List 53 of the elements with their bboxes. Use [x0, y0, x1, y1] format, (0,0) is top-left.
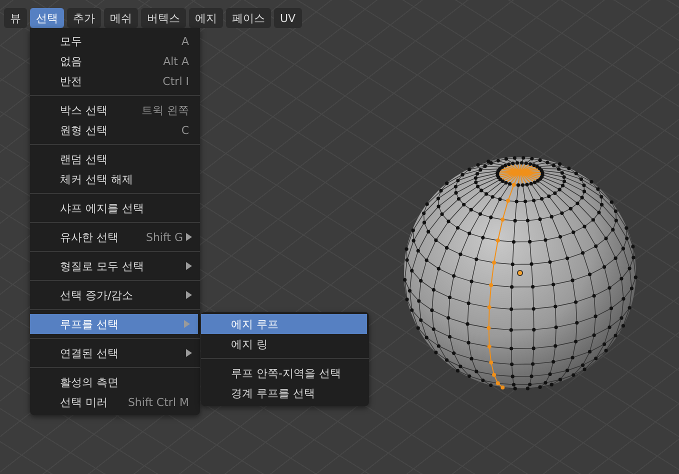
menu-item[interactable]: 없음 Alt A [30, 51, 200, 71]
menu-item-label: 형질로 모두 선택 [60, 258, 145, 274]
menu-item-label: 모두 [60, 34, 83, 48]
menu-item[interactable]: 형질로 모두 선택 [30, 256, 200, 276]
menubar-item[interactable]: 추가 [67, 8, 101, 28]
menu-item-label: 랜덤 선택 [60, 152, 108, 166]
menu-item[interactable]: 선택 증가/감소 [30, 285, 200, 305]
menu-item[interactable]: 에지 링 [201, 334, 369, 354]
menubar-item[interactable]: 메쉬 [104, 8, 138, 28]
menubar-item[interactable]: 페이스 [226, 8, 271, 28]
menubar-item[interactable]: UV [274, 8, 302, 28]
menu-item-label: 활성의 측면 [60, 374, 120, 390]
menu-item-label: 루프 안쪽-지역을 선택 [231, 366, 342, 380]
menubar-item[interactable]: 뷰 [4, 8, 27, 28]
menu-item[interactable]: 유사한 선택 Shift G [30, 227, 200, 247]
menu-item[interactable]: 원형 선택 C [30, 120, 200, 140]
shortcut-label: A [181, 34, 189, 48]
menu-item[interactable]: 샤프 에지를 선택 [30, 198, 200, 218]
shortcut-label: Alt A [163, 54, 189, 68]
shortcut-label: C [181, 124, 189, 136]
menu-item-label: 샤프 에지를 선택 [60, 200, 145, 216]
shortcut-label: Ctrl I [162, 74, 189, 88]
menu-item-label: 박스 선택 [60, 102, 108, 118]
menu-item[interactable]: 랜덤 선택 [30, 149, 200, 169]
menu-item-label: 원형 선택 [60, 122, 108, 138]
menu-item-label: 반전 [60, 74, 83, 88]
menu-item-label: 경계 루프를 선택 [231, 386, 316, 400]
menu-item[interactable]: 루프를 선택 [30, 314, 198, 334]
menu-item-label: 체커 선택 해제 [60, 172, 134, 186]
menu-item[interactable]: 반전 Ctrl I [30, 71, 200, 91]
menubar-item[interactable]: 선택 [30, 8, 64, 28]
menu-item[interactable]: 박스 선택 트윅 왼쪽 [30, 100, 200, 120]
menu-item-label: 유사한 선택 [60, 230, 120, 244]
menu-item[interactable]: 경계 루프를 선택 [201, 383, 369, 403]
menu-item-label: 에지 루프 [231, 316, 280, 332]
shortcut-label: Shift Ctrl M [128, 396, 189, 408]
menu-item[interactable]: 연결된 선택 [30, 343, 200, 363]
menu-item[interactable]: 선택 미러 Shift Ctrl M [30, 392, 200, 412]
menu-item[interactable]: 에지 루프 [201, 314, 367, 334]
menu-item-label: 없음 [60, 54, 83, 68]
menu-item-label: 선택 미러 [60, 394, 108, 410]
menu-item[interactable]: 모두 A [30, 31, 200, 51]
menubar-item[interactable]: 버텍스 [141, 8, 186, 28]
menu-item[interactable]: 루프 안쪽-지역을 선택 [201, 363, 369, 383]
shortcut-label: Shift G [146, 230, 183, 244]
menu-item-label: 에지 링 [231, 336, 268, 352]
shortcut-label: 트윅 왼쪽 [142, 102, 189, 118]
menu-item[interactable]: 체커 선택 해제 [30, 169, 200, 189]
menu-item-label: 연결된 선택 [60, 346, 120, 360]
menu-item[interactable]: 활성의 측면 [30, 372, 200, 392]
menu-item-label: 선택 증가/감소 [60, 288, 134, 302]
menu-item-label: 루프를 선택 [60, 316, 120, 332]
menubar-item[interactable]: 에지 [189, 8, 223, 28]
